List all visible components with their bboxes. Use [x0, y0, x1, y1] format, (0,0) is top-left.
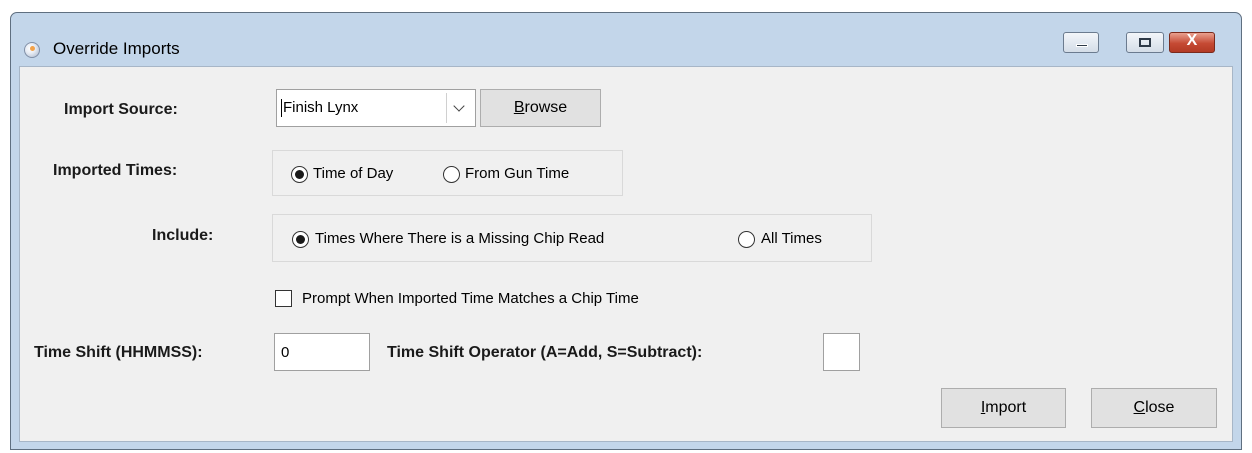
maximize-button[interactable]	[1126, 32, 1164, 53]
prompt-checkbox-label[interactable]: Prompt When Imported Time Matches a Chip…	[302, 290, 639, 307]
operator-label: Time Shift Operator (A=Add, S=Subtract):	[387, 344, 703, 361]
import-source-value: Finish Lynx	[283, 99, 359, 116]
option-time-of-day[interactable]: Time of Day	[313, 165, 393, 182]
text-caret	[281, 99, 282, 117]
option-all-times[interactable]: All Times	[761, 230, 822, 247]
close-button[interactable]: Close	[1091, 388, 1217, 428]
time-shift-input[interactable]	[274, 333, 370, 371]
radio-all-times[interactable]	[738, 231, 755, 248]
import-source-label: Import Source:	[64, 101, 178, 118]
import-source-select[interactable]: Finish Lynx	[276, 89, 476, 127]
radio-from-gun-time[interactable]	[443, 166, 460, 183]
override-imports-window: Override Imports X Import Source: Finish…	[10, 12, 1242, 450]
import-button[interactable]: Import	[941, 388, 1066, 428]
dialog-body: Import Source: Finish Lynx Browse Import…	[19, 66, 1233, 442]
close-icon: X	[1186, 32, 1198, 49]
close-window-button[interactable]: X	[1169, 32, 1215, 53]
close-mnemonic: C	[1133, 399, 1146, 416]
include-group: Times Where There is a Missing Chip Read…	[272, 214, 872, 262]
imported-times-group: Time of Day From Gun Time	[272, 150, 623, 196]
browse-mnemonic: B	[513, 99, 525, 116]
browse-button[interactable]: Browse	[480, 89, 601, 127]
import-label: mport	[985, 399, 1027, 416]
window-title: Override Imports	[53, 39, 180, 58]
imported-times-label: Imported Times:	[53, 162, 178, 179]
include-label: Include:	[152, 227, 214, 244]
prompt-checkbox[interactable]	[275, 290, 292, 307]
minimize-button[interactable]	[1063, 32, 1099, 53]
radio-time-of-day[interactable]	[291, 166, 308, 183]
close-label: lose	[1145, 399, 1175, 416]
radio-missing-chip-read[interactable]	[292, 231, 309, 248]
option-missing-chip-read[interactable]: Times Where There is a Missing Chip Read	[315, 230, 604, 247]
app-icon	[24, 42, 40, 58]
operator-input[interactable]	[823, 333, 860, 371]
chevron-down-icon[interactable]	[446, 93, 472, 123]
browse-label: rowse	[524, 99, 568, 116]
time-shift-label: Time Shift (HHMMSS):	[34, 344, 203, 361]
option-from-gun-time[interactable]: From Gun Time	[465, 165, 569, 182]
